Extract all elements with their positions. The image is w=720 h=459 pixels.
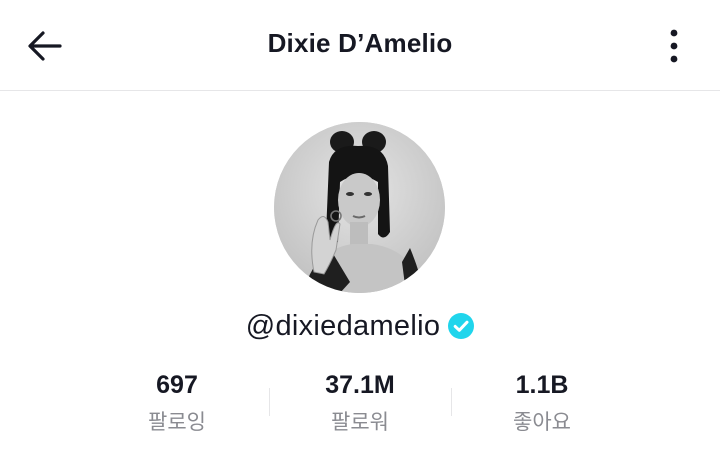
stat-likes[interactable]: 1.1B 좋아요	[462, 368, 622, 436]
stat-followers[interactable]: 37.1M 팔로워	[280, 368, 440, 436]
profile-photo	[274, 122, 445, 293]
page-title: Dixie D’Amelio	[267, 28, 453, 58]
top-nav-bar: Dixie D’Amelio	[0, 0, 720, 91]
following-count: 697	[156, 371, 198, 399]
avatar[interactable]	[274, 122, 445, 293]
likes-count: 1.1B	[515, 371, 569, 399]
username: @dixiedamelio	[245, 309, 441, 342]
more-options-button[interactable]	[656, 26, 692, 66]
username-row: @dixiedamelio	[0, 306, 720, 346]
followers-label: 팔로워	[331, 410, 389, 434]
following-label: 팔로잉	[148, 410, 206, 434]
verified-badge-icon	[448, 313, 475, 339]
stat-following[interactable]: 697 팔로잉	[97, 368, 257, 436]
stat-divider	[269, 388, 270, 416]
profile-stats: 697 팔로잉 37.1M 팔로워 1.1B 좋아요	[0, 368, 720, 438]
followers-count: 37.1M	[325, 371, 395, 399]
vertical-dots-icon	[670, 29, 678, 63]
stat-divider	[451, 388, 452, 416]
likes-label: 좋아요	[513, 410, 571, 434]
